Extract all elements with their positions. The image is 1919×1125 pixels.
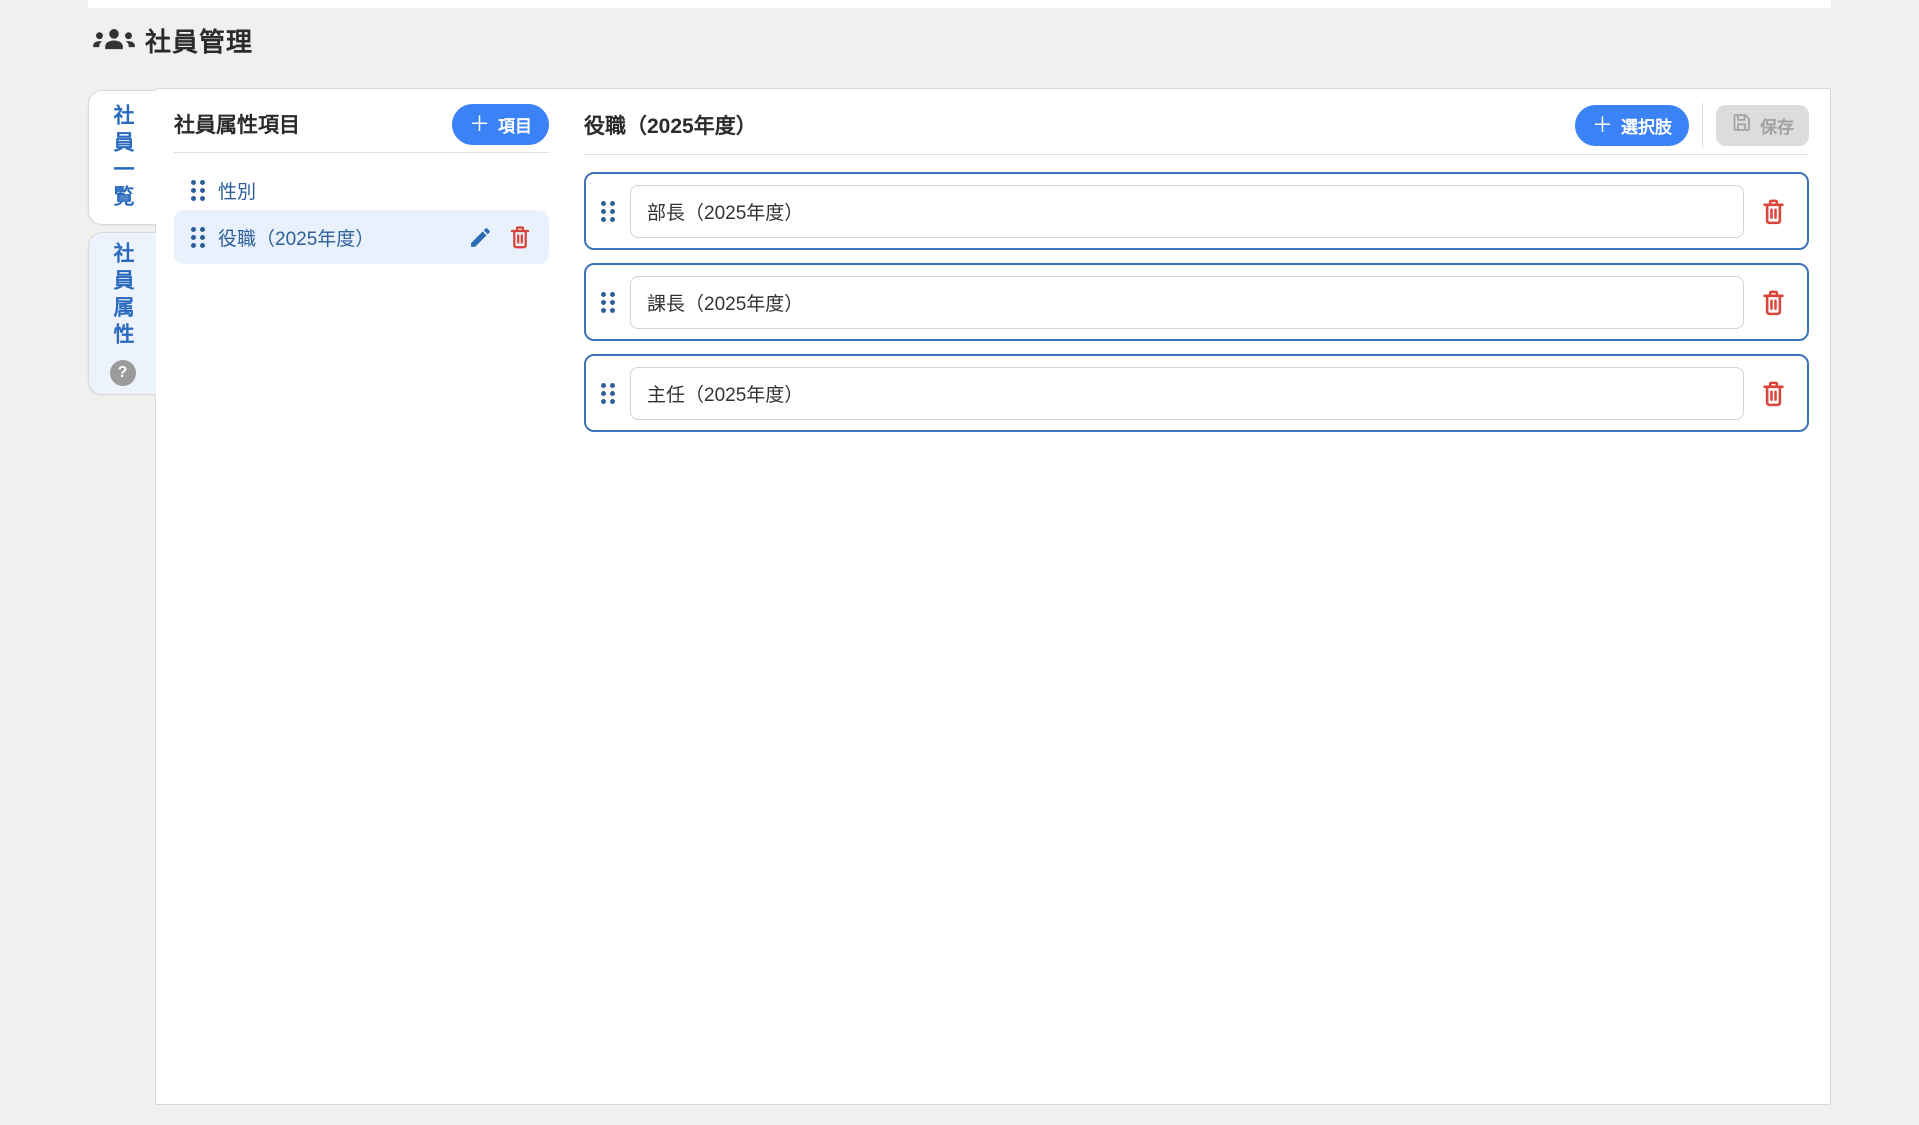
option-input[interactable] — [630, 184, 1744, 238]
option-card — [584, 354, 1809, 432]
trash-icon[interactable] — [508, 224, 532, 250]
trash-icon[interactable] — [1760, 288, 1787, 317]
attribute-row-gender[interactable]: 性別 — [174, 170, 549, 210]
tab-employee-list[interactable]: 社員一覧 — [88, 90, 156, 225]
header-bottom-strip — [88, 0, 1831, 8]
row-actions — [468, 224, 532, 250]
divider — [174, 152, 549, 153]
drag-handle-icon[interactable] — [191, 226, 205, 248]
option-card — [584, 172, 1809, 250]
tab-employee-attributes[interactable]: 社員属性 ? — [88, 232, 156, 395]
question-icon[interactable]: ? — [109, 359, 136, 386]
save-icon — [1731, 112, 1752, 138]
plus-icon: ＋ — [469, 112, 490, 136]
trash-icon[interactable] — [1760, 197, 1787, 226]
options-header: 役職（2025年度） ＋ 選択肢 保存 — [584, 103, 1809, 147]
main-panel: 社員属性項目 ＋ 項目 性別 役職（2025年度） 役職（2025年度） ＋ 選… — [155, 88, 1831, 1105]
drag-handle-icon[interactable] — [601, 291, 615, 313]
tab-employee-attributes-label: 社員属性 — [111, 241, 134, 350]
attribute-items-panel: 社員属性項目 ＋ 項目 性別 役職（2025年度） — [156, 89, 567, 284]
drag-handle-icon[interactable] — [601, 382, 615, 404]
people-group-icon — [93, 26, 135, 55]
tab-employee-list-label: 社員一覧 — [111, 103, 134, 212]
options-header-actions: ＋ 選択肢 保存 — [1575, 103, 1809, 147]
attribute-items-title: 社員属性項目 — [174, 114, 300, 137]
plus-icon: ＋ — [1592, 113, 1613, 137]
drag-handle-icon[interactable] — [191, 179, 205, 201]
divider — [1702, 103, 1703, 147]
save-button[interactable]: 保存 — [1716, 104, 1809, 146]
side-tabs: 社員一覧 社員属性 ? — [88, 90, 156, 395]
options-title: 役職（2025年度） — [584, 115, 757, 138]
option-input[interactable] — [630, 366, 1744, 420]
trash-icon[interactable] — [1760, 379, 1787, 408]
attribute-label: 性別 — [218, 181, 257, 203]
page-title: 社員管理 — [145, 27, 254, 57]
page-title-bar: 社員管理 — [93, 22, 253, 59]
attribute-list: 性別 役職（2025年度） — [174, 170, 549, 264]
drag-handle-icon[interactable] — [601, 200, 615, 222]
option-card — [584, 263, 1809, 341]
add-item-button[interactable]: ＋ 項目 — [452, 103, 549, 145]
divider — [584, 154, 1809, 155]
add-item-button-label: 項目 — [498, 116, 532, 136]
attribute-row-position[interactable]: 役職（2025年度） — [174, 210, 549, 264]
attribute-items-header: 社員属性項目 ＋ 項目 — [174, 103, 549, 145]
options-panel: 役職（2025年度） ＋ 選択肢 保存 — [567, 89, 1830, 465]
attribute-label: 役職（2025年度） — [218, 228, 375, 250]
option-list — [584, 172, 1809, 432]
option-input[interactable] — [630, 275, 1744, 329]
edit-icon[interactable] — [468, 225, 493, 250]
save-button-label: 保存 — [1760, 117, 1794, 137]
add-option-button[interactable]: ＋ 選択肢 — [1575, 104, 1689, 146]
add-option-button-label: 選択肢 — [1621, 117, 1672, 137]
